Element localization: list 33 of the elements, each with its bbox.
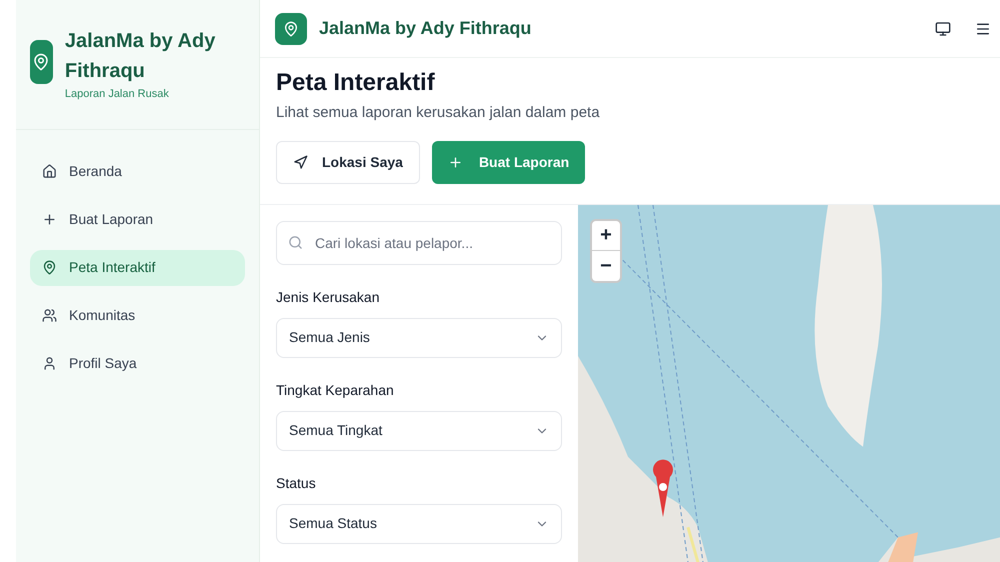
sidebar-item[interactable]: Buat Laporan (30, 202, 245, 238)
nav-icon (42, 308, 57, 323)
sidebar-item[interactable]: Komunitas (30, 298, 245, 334)
sidebar-item[interactable]: Peta Interaktif (30, 250, 245, 286)
monitor-icon[interactable] (935, 20, 951, 36)
filter-dropdown[interactable]: Semua Status (276, 504, 562, 544)
navigation-icon (293, 154, 308, 170)
app-title: JalanMa by Ady Fithraqu (319, 17, 532, 40)
filter-label: Tingkat Keparahan (276, 380, 395, 400)
search-icon (288, 234, 303, 250)
create-report-button[interactable]: Buat Laporan (432, 140, 586, 184)
filter-label: Jenis Kerusakan (276, 288, 381, 306)
logo-icon (275, 12, 307, 44)
filter-dropdown[interactable]: Semua Tingkat (276, 410, 562, 450)
zoom-in-button[interactable]: + (592, 220, 620, 250)
brand-title: JalanMa by Ady Fithraqu (64, 29, 216, 84)
brand-subtitle: Laporan Jalan Rusak (64, 87, 170, 102)
sidebar-item[interactable]: Profil Saya (30, 346, 245, 382)
filter-dropdown[interactable]: Semua Jenis (276, 318, 562, 358)
zoom-out-button[interactable]: − (592, 250, 620, 280)
page-title: Peta Interaktif (276, 68, 436, 98)
sidebar-item[interactable]: Beranda (30, 154, 245, 190)
nav-icon (42, 212, 57, 227)
page-subtitle: Lihat semua laporan kerusakan jalan dalam peta (276, 103, 601, 123)
search-field[interactable]: Cari lokasi atau pelapor... (276, 220, 562, 264)
filter-label: Status (276, 474, 317, 492)
my-location-button[interactable]: Lokasi Saya (276, 140, 420, 184)
logo-icon (30, 40, 53, 84)
nav-icon (42, 164, 57, 179)
nav-icon (42, 260, 57, 275)
menu-icon[interactable] (975, 20, 991, 36)
nav-icon (42, 356, 57, 371)
plus-icon (448, 154, 463, 170)
